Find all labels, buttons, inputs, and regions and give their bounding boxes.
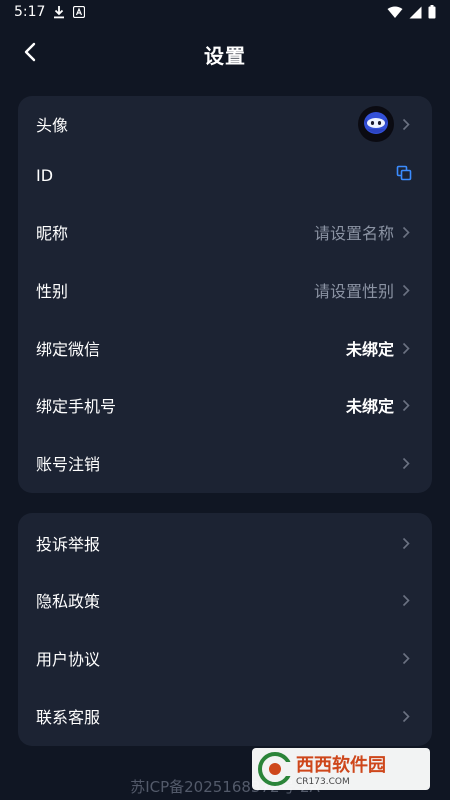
signal-icon (409, 6, 422, 19)
app-bar: 设置 (0, 28, 450, 80)
row-right (402, 594, 410, 607)
row-right (396, 165, 412, 185)
chevron-right-icon (402, 457, 410, 470)
chevron-right-icon (402, 342, 410, 355)
page-title: 设置 (204, 44, 246, 68)
row-label: 绑定微信 (36, 340, 101, 359)
chevron-right-icon (402, 652, 410, 665)
a-badge-icon (73, 6, 86, 18)
row-right (402, 652, 410, 665)
privacy-policy-row[interactable]: 隐私政策 (18, 572, 432, 628)
user-agreement-row[interactable]: 用户协议 (18, 630, 432, 686)
row-right: 请设置名称 (314, 220, 410, 244)
row-label: ID (36, 165, 54, 185)
id-row: ID (18, 147, 432, 203)
row-right (358, 106, 410, 142)
watermark-text: 西西软件园 CR173.COM (292, 751, 386, 787)
chevron-right-icon (402, 226, 410, 239)
row-value: 请设置名称 (313, 224, 394, 243)
row-right (402, 457, 410, 470)
row-right (402, 710, 410, 723)
report-row[interactable]: 投诉举报 (18, 515, 432, 571)
nickname-row[interactable]: 昵称 请设置名称 (18, 204, 432, 260)
row-label: 投诉举报 (36, 535, 101, 554)
bind-phone-row[interactable]: 绑定手机号 未绑定 (18, 377, 432, 433)
chevron-right-icon (402, 537, 410, 550)
chevron-right-icon (402, 399, 410, 412)
watermark: 西西软件园 CR173.COM (252, 748, 430, 790)
copy-icon[interactable] (396, 165, 412, 185)
row-label: 用户协议 (36, 650, 101, 669)
row-right (402, 537, 410, 550)
status-right (387, 5, 436, 19)
wifi-icon (387, 6, 403, 19)
status-bar: 5:17 (0, 0, 450, 24)
row-label: 隐私政策 (36, 592, 101, 611)
row-right: 未绑定 (346, 336, 410, 360)
row-right: 请设置性别 (314, 278, 410, 302)
download-icon (53, 5, 65, 19)
status-left: 5:17 (14, 4, 86, 20)
bind-wechat-row[interactable]: 绑定微信 未绑定 (18, 320, 432, 376)
status-time: 5:17 (14, 4, 46, 20)
row-label: 性别 (36, 282, 69, 301)
watermark-url: CR173.COM (296, 777, 350, 787)
row-label: 账号注销 (36, 455, 101, 474)
profile-settings-card: 头像 ID 昵称 请设置名称 性别 请设置性别 绑定微信 未绑定 绑定手机号 未… (18, 96, 432, 493)
avatar[interactable] (358, 106, 394, 142)
row-right: 未绑定 (346, 393, 410, 417)
row-value: 未绑定 (345, 397, 394, 416)
delete-account-row[interactable]: 账号注销 (18, 435, 432, 491)
chevron-right-icon (402, 284, 410, 297)
support-card: 投诉举报 隐私政策 用户协议 联系客服 (18, 513, 432, 746)
chevron-right-icon (402, 594, 410, 607)
row-value: 未绑定 (345, 340, 394, 359)
battery-icon (428, 5, 436, 19)
contact-support-row[interactable]: 联系客服 (18, 688, 432, 744)
row-label: 绑定手机号 (36, 397, 117, 416)
row-value: 请设置性别 (313, 282, 394, 301)
watermark-brand: 西西软件园 (296, 755, 386, 776)
avatar-row[interactable]: 头像 (18, 96, 432, 152)
row-label: 昵称 (36, 224, 69, 243)
row-label: 头像 (36, 116, 69, 135)
chevron-right-icon (402, 710, 410, 723)
gender-row[interactable]: 性别 请设置性别 (18, 262, 432, 318)
watermark-logo-icon (258, 752, 292, 786)
row-label: 联系客服 (36, 708, 101, 727)
chevron-right-icon (402, 118, 410, 131)
